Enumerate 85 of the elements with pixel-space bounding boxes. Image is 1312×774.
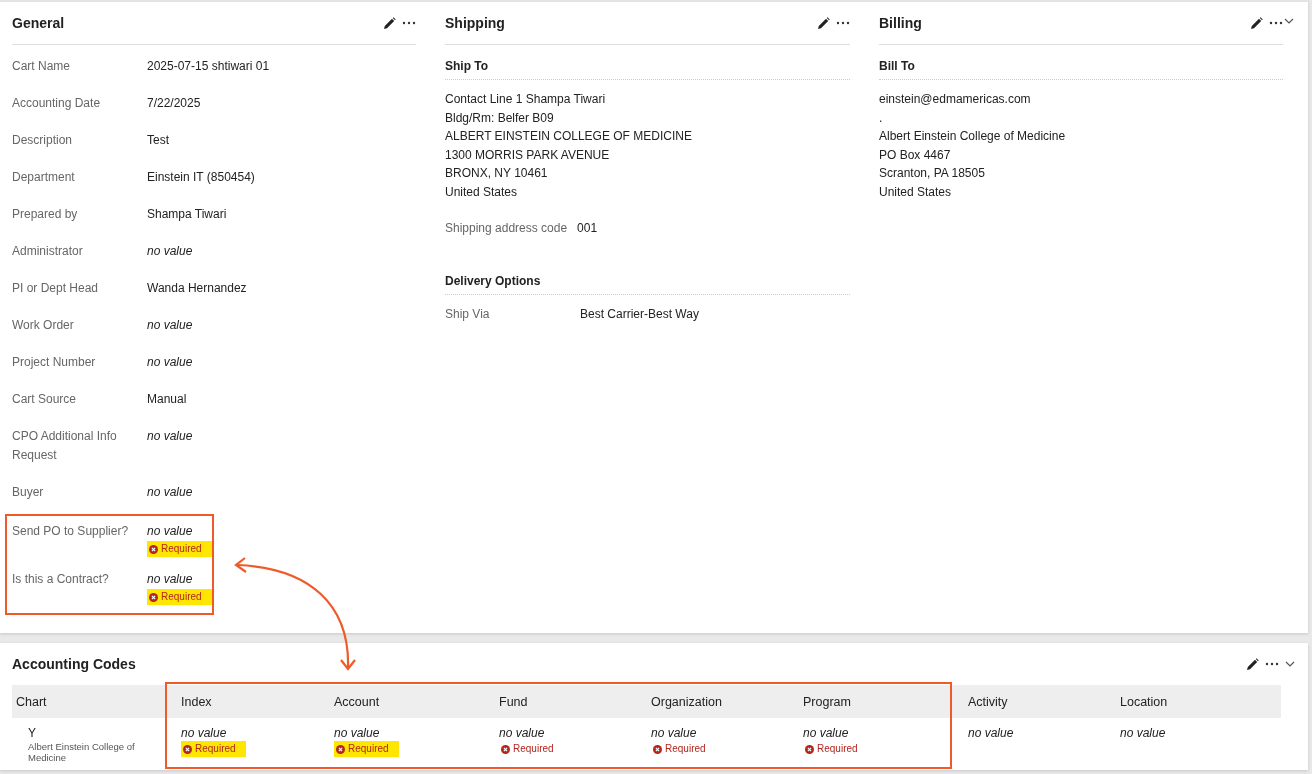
field-label: Administrator: [12, 243, 84, 260]
field-value: Shampa Tiwari: [147, 206, 227, 223]
table-cell: no value: [1120, 726, 1166, 741]
required-flag: Required: [651, 741, 708, 757]
more-icon[interactable]: [1269, 21, 1283, 25]
section-title: Billing: [879, 15, 922, 31]
table-cell: no value: [651, 726, 697, 741]
field-label: Accounting Date: [12, 95, 102, 112]
pencil-icon[interactable]: [1250, 16, 1263, 30]
field-label: Send PO to Supplier?: [12, 523, 130, 540]
field-value: no value: [147, 571, 193, 588]
chart-description: Albert Einstein College of Medicine: [28, 741, 136, 763]
more-icon[interactable]: [1265, 662, 1279, 666]
field-label: Project Number: [12, 354, 97, 371]
address-line: Bldg/Rm: Belfer B09: [445, 109, 555, 127]
address-line: Scranton, PA 18505: [879, 165, 986, 182]
section-title: Shipping: [445, 15, 505, 31]
column-header: Program: [802, 694, 852, 709]
column-header: Index: [180, 694, 213, 709]
address-line: einstein@edmamericas.com: [879, 91, 1032, 108]
field-label: Cart Name: [12, 58, 71, 75]
field-label: Prepared by: [12, 206, 79, 223]
table-cell: no value: [181, 726, 227, 741]
address-line: United States: [879, 183, 953, 201]
subsection-heading: Delivery Options: [445, 260, 850, 295]
column-header: Account: [333, 694, 381, 709]
subsection-heading: Bill To: [879, 45, 1283, 80]
address-line: United States: [445, 183, 519, 201]
field-label: Department: [12, 169, 76, 186]
more-icon[interactable]: [836, 21, 850, 25]
field-value: no value: [147, 523, 193, 540]
required-flag: Required: [803, 741, 860, 757]
field-label: PI or Dept Head: [12, 280, 100, 297]
pencil-icon[interactable]: [383, 16, 396, 30]
field-value: 2025-07-15 shtiwari 01: [147, 58, 270, 75]
address-line: ALBERT EINSTEIN COLLEGE OF MEDICINE: [445, 128, 693, 145]
table-cell: no value: [334, 726, 380, 741]
field-value: no value: [147, 484, 193, 501]
column-header: Location: [1119, 694, 1169, 709]
field-value: Test: [147, 132, 169, 149]
more-icon[interactable]: [402, 21, 416, 25]
subsection-heading: Ship To: [445, 45, 850, 80]
required-flag: Required: [334, 741, 399, 757]
pencil-icon[interactable]: [1246, 657, 1259, 671]
field-label: Buyer: [12, 484, 45, 501]
field-value: Best Carrier-Best Way: [580, 306, 699, 323]
field-value: no value: [147, 317, 193, 334]
field-label: CPO Additional Info Request: [12, 428, 118, 464]
required-flag: Required: [147, 589, 212, 605]
required-flag: Required: [147, 541, 212, 557]
address-line: BRONX, NY 10461: [445, 165, 549, 182]
field-value: no value: [147, 428, 193, 445]
field-label: Shipping address code: [445, 220, 569, 237]
table-cell: no value: [803, 726, 849, 741]
chevron-down-icon[interactable]: [1284, 18, 1294, 24]
field-label: Work Order: [12, 317, 75, 334]
address-line: 1300 MORRIS PARK AVENUE: [445, 146, 611, 164]
required-flag: Required: [181, 741, 246, 757]
address-line: PO Box 4467: [879, 146, 952, 164]
table-cell: no value: [499, 726, 545, 741]
field-label: Cart Source: [12, 391, 78, 408]
chevron-down-icon[interactable]: [1285, 661, 1295, 667]
field-label: Description: [12, 132, 74, 149]
required-flag: Required: [499, 741, 556, 757]
field-label: Ship Via: [445, 306, 491, 323]
field-value: no value: [147, 354, 193, 371]
column-header: Fund: [498, 694, 529, 709]
column-header: Organization: [650, 694, 723, 709]
field-value: no value: [147, 243, 193, 260]
column-header: Chart: [15, 694, 48, 709]
field-value: 001: [577, 220, 598, 237]
section-title: General: [12, 15, 65, 31]
field-label: Is this a Contract?: [12, 571, 110, 588]
field-value: Manual: [147, 391, 187, 408]
table-cell: Y: [28, 726, 36, 741]
column-header: Activity: [967, 694, 1009, 709]
address-line: Albert Einstein College of Medicine: [879, 128, 1067, 145]
table-cell: no value: [968, 726, 1014, 741]
field-value: 7/22/2025: [147, 95, 201, 112]
pencil-icon[interactable]: [817, 16, 830, 30]
field-value: Wanda Hernandez: [147, 280, 247, 297]
address-line: .: [879, 109, 884, 127]
address-line: Contact Line 1 Shampa Tiwari: [445, 91, 607, 108]
field-value: Einstein IT (850454): [147, 169, 255, 186]
section-title: Accounting Codes: [12, 656, 136, 672]
